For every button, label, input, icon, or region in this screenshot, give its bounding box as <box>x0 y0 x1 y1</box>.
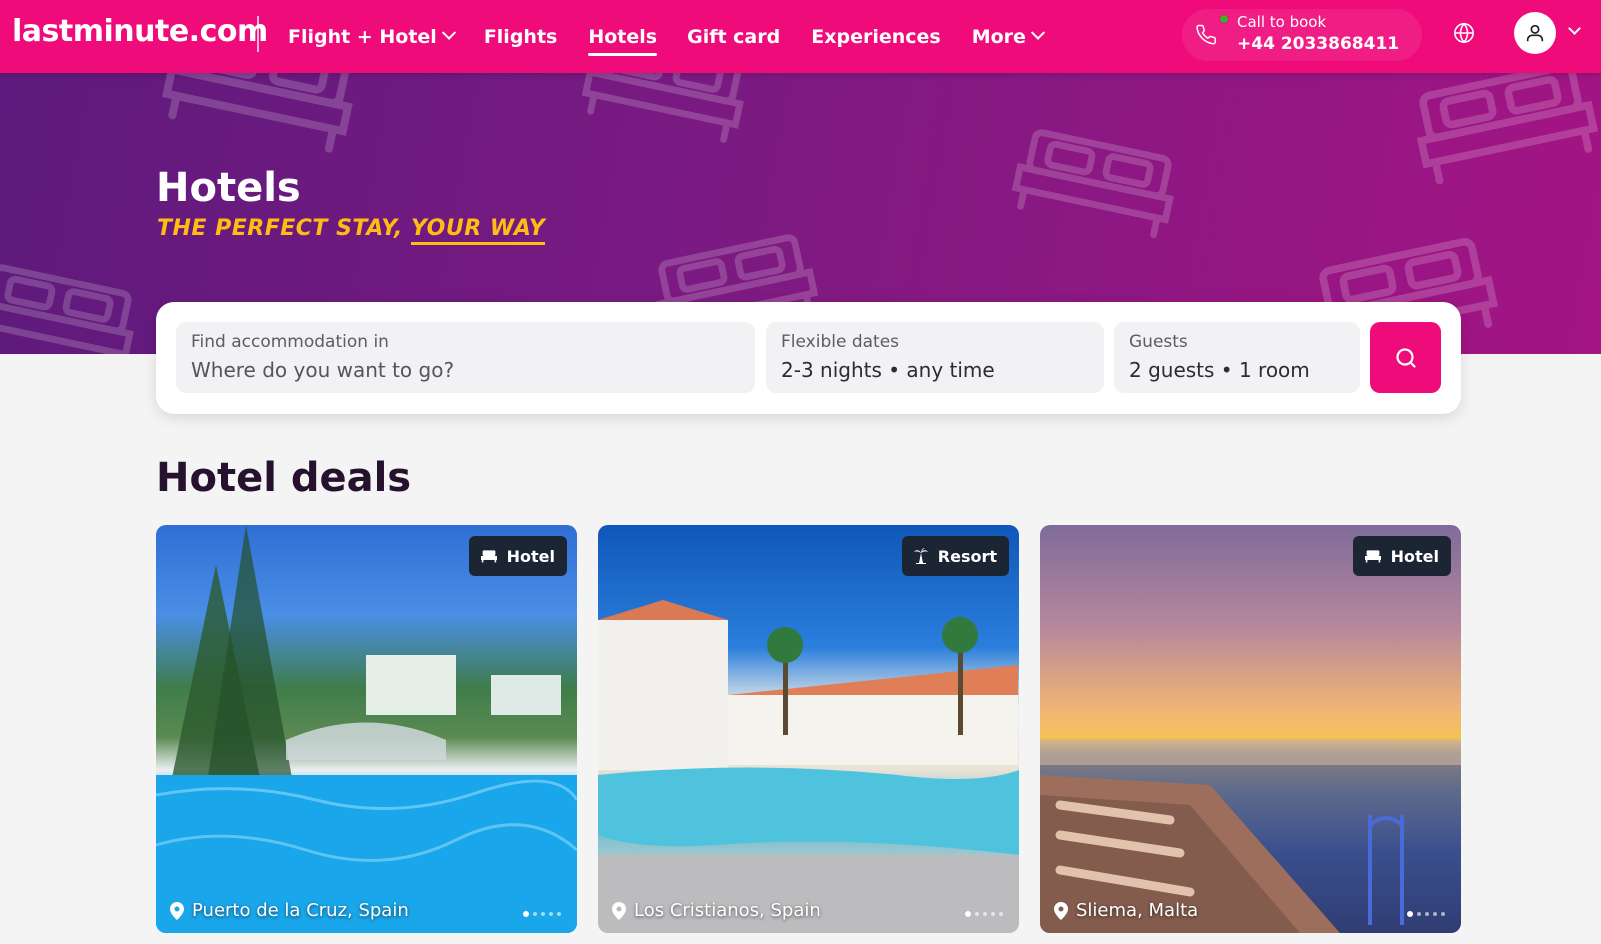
avatar-button[interactable] <box>1514 12 1556 54</box>
location-label: Sliema, Malta <box>1076 900 1199 921</box>
user-icon <box>1526 24 1544 42</box>
nav-item-label: More <box>971 25 1026 48</box>
bed-pattern-icon <box>0 264 134 354</box>
chevron-down-icon <box>1030 25 1046 40</box>
bed-pattern-icon <box>1416 73 1599 185</box>
online-status-dot <box>1219 14 1229 24</box>
location-pin-icon <box>1054 901 1068 920</box>
search-bar: Find accommodation in Where do you want … <box>156 302 1461 414</box>
type-badge: Hotel <box>468 536 567 576</box>
nav-item-label: Experiences <box>811 25 941 48</box>
tagline-part: THE PERFECT STAY, <box>157 216 403 241</box>
page-title: Hotels <box>156 165 301 211</box>
guests-label: Guests <box>1129 332 1188 352</box>
type-badge: Resort <box>901 536 1009 576</box>
location-pin-icon <box>612 901 626 920</box>
guests-value: 2 guests • 1 room <box>1129 358 1310 382</box>
guests-field[interactable]: Guests 2 guests • 1 room <box>1114 322 1360 393</box>
badge-label: Hotel <box>1390 546 1439 566</box>
destination-placeholder: Where do you want to go? <box>191 358 455 382</box>
hotel-photo <box>156 525 577 933</box>
bed-icon <box>1364 550 1381 563</box>
dates-field[interactable]: Flexible dates 2-3 nights • any time <box>766 322 1104 393</box>
call-number: +44 2033868411 <box>1237 34 1400 54</box>
carousel-dots[interactable] <box>523 911 561 917</box>
badge-label: Resort <box>937 546 997 566</box>
dates-value: 2-3 nights • any time <box>781 358 995 382</box>
nav-item-flight-hotel[interactable]: Flight + Hotel <box>288 0 456 73</box>
call-label: Call to book <box>1237 13 1327 31</box>
nav-item-more[interactable]: More <box>971 0 1046 73</box>
search-button[interactable] <box>1370 322 1441 393</box>
search-icon <box>1395 347 1416 368</box>
tagline-underlined: YOUR WAY <box>411 216 546 245</box>
nav-item-label: Flight + Hotel <box>288 25 437 48</box>
deal-card[interactable]: Hotel Puerto de la Cruz, Spain <box>156 525 577 933</box>
card-location: Los Cristianos, Spain <box>612 900 821 921</box>
nav-item-flights[interactable]: Flights <box>484 0 558 73</box>
bed-pattern-icon <box>1011 129 1174 238</box>
card-location: Puerto de la Cruz, Spain <box>170 900 409 921</box>
section-title: Hotel deals <box>156 455 412 501</box>
nav-item-experiences[interactable]: Experiences <box>811 0 940 73</box>
nav-links: Flight + Hotel Flights Hotels Gift card … <box>288 0 1046 73</box>
nav-item-label: Gift card <box>687 25 781 48</box>
logo[interactable]: lastminute.com <box>12 14 268 49</box>
destination-label: Find accommodation in <box>191 332 389 352</box>
location-label: Puerto de la Cruz, Spain <box>192 900 409 921</box>
type-badge: Hotel <box>1352 536 1451 576</box>
nav-divider <box>257 16 259 52</box>
globe-icon[interactable] <box>1453 22 1475 44</box>
nav-item-hotels[interactable]: Hotels <box>588 0 657 73</box>
bed-icon <box>480 550 497 563</box>
top-nav: lastminute.com Flight + Hotel Flights Ho… <box>0 0 1601 73</box>
phone-icon <box>1196 24 1216 45</box>
deal-card[interactable]: Resort Los Cristianos, Spain <box>598 525 1019 933</box>
carousel-dots[interactable] <box>1407 911 1445 917</box>
location-pin-icon <box>170 901 184 920</box>
dates-label: Flexible dates <box>781 332 900 352</box>
chevron-down-icon <box>441 25 456 40</box>
nav-item-gift-card[interactable]: Gift card <box>687 0 780 73</box>
destination-field[interactable]: Find accommodation in Where do you want … <box>176 322 755 393</box>
call-to-book[interactable]: Call to book +44 2033868411 <box>1182 9 1422 61</box>
nav-item-label: Hotels <box>588 25 658 48</box>
card-location: Sliema, Malta <box>1054 900 1198 921</box>
location-label: Los Cristianos, Spain <box>634 900 821 921</box>
nav-item-label: Flights <box>483 25 558 48</box>
resort-photo <box>598 600 1019 933</box>
chevron-down-icon[interactable] <box>1568 22 1581 35</box>
palm-icon <box>913 548 928 564</box>
badge-label: Hotel <box>506 546 555 566</box>
hero-tagline: THE PERFECT STAY, YOUR WAY <box>157 216 546 245</box>
bed-pattern-icon <box>581 73 744 143</box>
carousel-dots[interactable] <box>965 911 1003 917</box>
deal-card[interactable]: Hotel Sliema, Malta <box>1040 525 1461 933</box>
hotel-photo <box>1040 740 1461 933</box>
bed-pattern-icon <box>162 73 353 153</box>
